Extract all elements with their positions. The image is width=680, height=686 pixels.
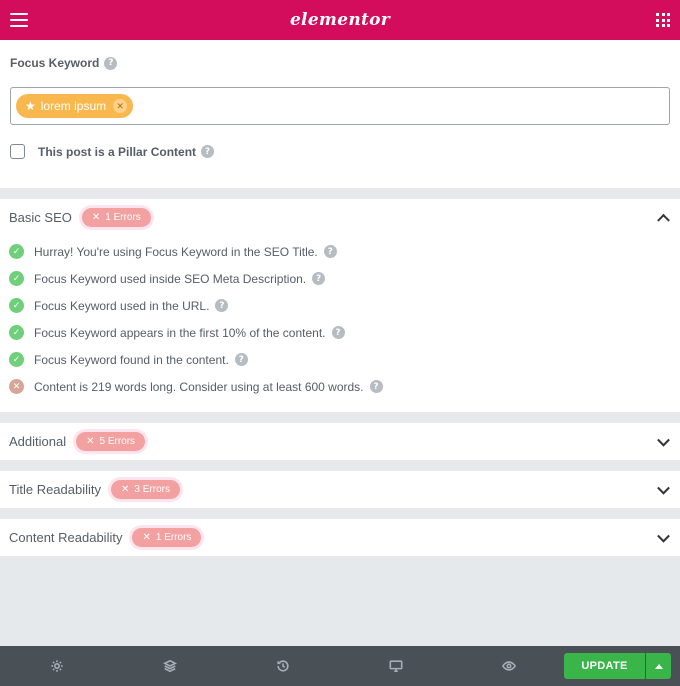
check-item: ✓ Focus Keyword appears in the first 10%… (9, 319, 671, 346)
pillar-content-checkbox[interactable] (10, 144, 25, 159)
error-x-icon: ✕ (86, 436, 95, 447)
update-options-button[interactable] (646, 653, 671, 679)
check-item: ✕ Content is 219 words long. Consider us… (9, 373, 671, 400)
error-badge-label: 5 Errors (99, 436, 136, 447)
keyword-tag[interactable]: ★ lorem ipsum ✕ (16, 94, 134, 118)
basic-seo-checks: ✓ Hurray! You're using Focus Keyword in … (0, 236, 680, 412)
update-button[interactable]: UPDATE (564, 653, 645, 679)
remove-keyword-icon[interactable]: ✕ (113, 99, 128, 113)
desktop-icon (389, 660, 402, 673)
error-x-icon: ✕ (121, 484, 130, 495)
error-badge: ✕ 3 Errors (111, 480, 180, 499)
content-readability-header[interactable]: Content Readability ✕ 1 Errors (0, 519, 680, 556)
error-badge-label: 1 Errors (105, 212, 141, 223)
help-icon[interactable]: ? (234, 353, 248, 366)
check-text: Focus Keyword used in the URL. (34, 298, 210, 313)
focus-keyword-label-row: Focus Keyword ? (10, 56, 670, 70)
basic-seo-section: Basic SEO ✕ 1 Errors ✓ Hurray! You're us… (0, 199, 680, 412)
help-icon[interactable]: ? (104, 56, 118, 70)
navigator-button[interactable] (113, 646, 226, 686)
check-text: Focus Keyword used inside SEO Meta Descr… (34, 271, 307, 286)
section-title: Content Readability (9, 530, 123, 545)
help-icon[interactable]: ? (369, 380, 383, 393)
help-icon[interactable]: ? (215, 299, 229, 312)
focus-keyword-input[interactable]: ★ lorem ipsum ✕ (10, 87, 670, 125)
check-pass-icon: ✓ (9, 352, 24, 367)
responsive-mode-button[interactable] (339, 646, 452, 686)
section-title: Title Readability (9, 482, 102, 497)
star-icon: ★ (25, 99, 36, 113)
check-pass-icon: ✓ (9, 271, 24, 286)
check-pass-icon: ✓ (9, 298, 24, 313)
title-readability-header[interactable]: Title Readability ✕ 3 Errors (0, 471, 680, 508)
eye-icon (501, 661, 516, 671)
help-icon[interactable]: ? (323, 245, 337, 258)
settings-button[interactable] (0, 646, 113, 686)
help-icon[interactable]: ? (312, 272, 326, 285)
help-icon[interactable]: ? (201, 145, 215, 158)
check-item: ✓ Focus Keyword used in the URL. ? (9, 292, 671, 319)
error-badge-label: 1 Errors (155, 532, 192, 543)
check-text: Hurray! You're using Focus Keyword in th… (34, 244, 318, 259)
update-button-group: UPDATE (564, 653, 671, 679)
caret-up-icon (654, 663, 663, 669)
additional-header[interactable]: Additional ✕ 5 Errors (0, 423, 680, 460)
check-item: ✓ Focus Keyword used inside SEO Meta Des… (9, 265, 671, 292)
check-pass-icon: ✓ (9, 325, 24, 340)
preview-button[interactable] (452, 646, 565, 686)
chevron-down-icon[interactable] (657, 529, 670, 543)
brand-logo: elementor (289, 10, 391, 30)
error-badge-label: 3 Errors (134, 484, 170, 495)
focus-keyword-label: Focus Keyword (10, 56, 100, 70)
error-x-icon: ✕ (91, 212, 101, 223)
widgets-grid-icon[interactable] (656, 13, 670, 27)
chevron-up-icon[interactable] (657, 213, 670, 227)
check-item: ✓ Hurray! You're using Focus Keyword in … (9, 238, 671, 265)
check-item: ✓ Focus Keyword found in the content. ? (9, 346, 671, 373)
gear-icon (50, 660, 63, 672)
pillar-content-row: This post is a Pillar Content ? (10, 144, 670, 159)
bottom-toolbar: UPDATE (0, 646, 680, 686)
menu-icon[interactable] (10, 13, 28, 27)
error-badge: ✕ 1 Errors (132, 528, 202, 547)
content-readability-section: Content Readability ✕ 1 Errors (0, 519, 680, 556)
section-title: Basic SEO (9, 210, 72, 225)
check-text: Focus Keyword found in the content. (34, 352, 229, 367)
check-text: Focus Keyword appears in the first 10% o… (34, 325, 326, 340)
error-badge: ✕ 5 Errors (76, 432, 146, 451)
history-icon (276, 660, 289, 672)
section-title: Additional (9, 434, 67, 449)
error-x-icon: ✕ (142, 532, 151, 543)
editor-header: elementor (0, 0, 680, 40)
check-text: Content is 219 words long. Consider usin… (34, 379, 364, 394)
help-icon[interactable]: ? (331, 326, 345, 339)
check-pass-icon: ✓ (9, 244, 24, 259)
additional-section: Additional ✕ 5 Errors (0, 423, 680, 460)
history-button[interactable] (226, 646, 339, 686)
basic-seo-header[interactable]: Basic SEO ✕ 1 Errors (0, 199, 680, 236)
layers-icon (162, 659, 177, 673)
title-readability-section: Title Readability ✕ 3 Errors (0, 471, 680, 508)
error-badge: ✕ 1 Errors (81, 208, 151, 227)
pillar-content-label: This post is a Pillar Content (38, 144, 197, 159)
focus-keyword-panel: Focus Keyword ? ★ lorem ipsum ✕ This pos… (0, 40, 680, 188)
keyword-tag-label: lorem ipsum (40, 99, 107, 113)
chevron-down-icon[interactable] (657, 481, 670, 495)
check-fail-icon: ✕ (9, 379, 24, 394)
chevron-down-icon[interactable] (657, 433, 670, 447)
